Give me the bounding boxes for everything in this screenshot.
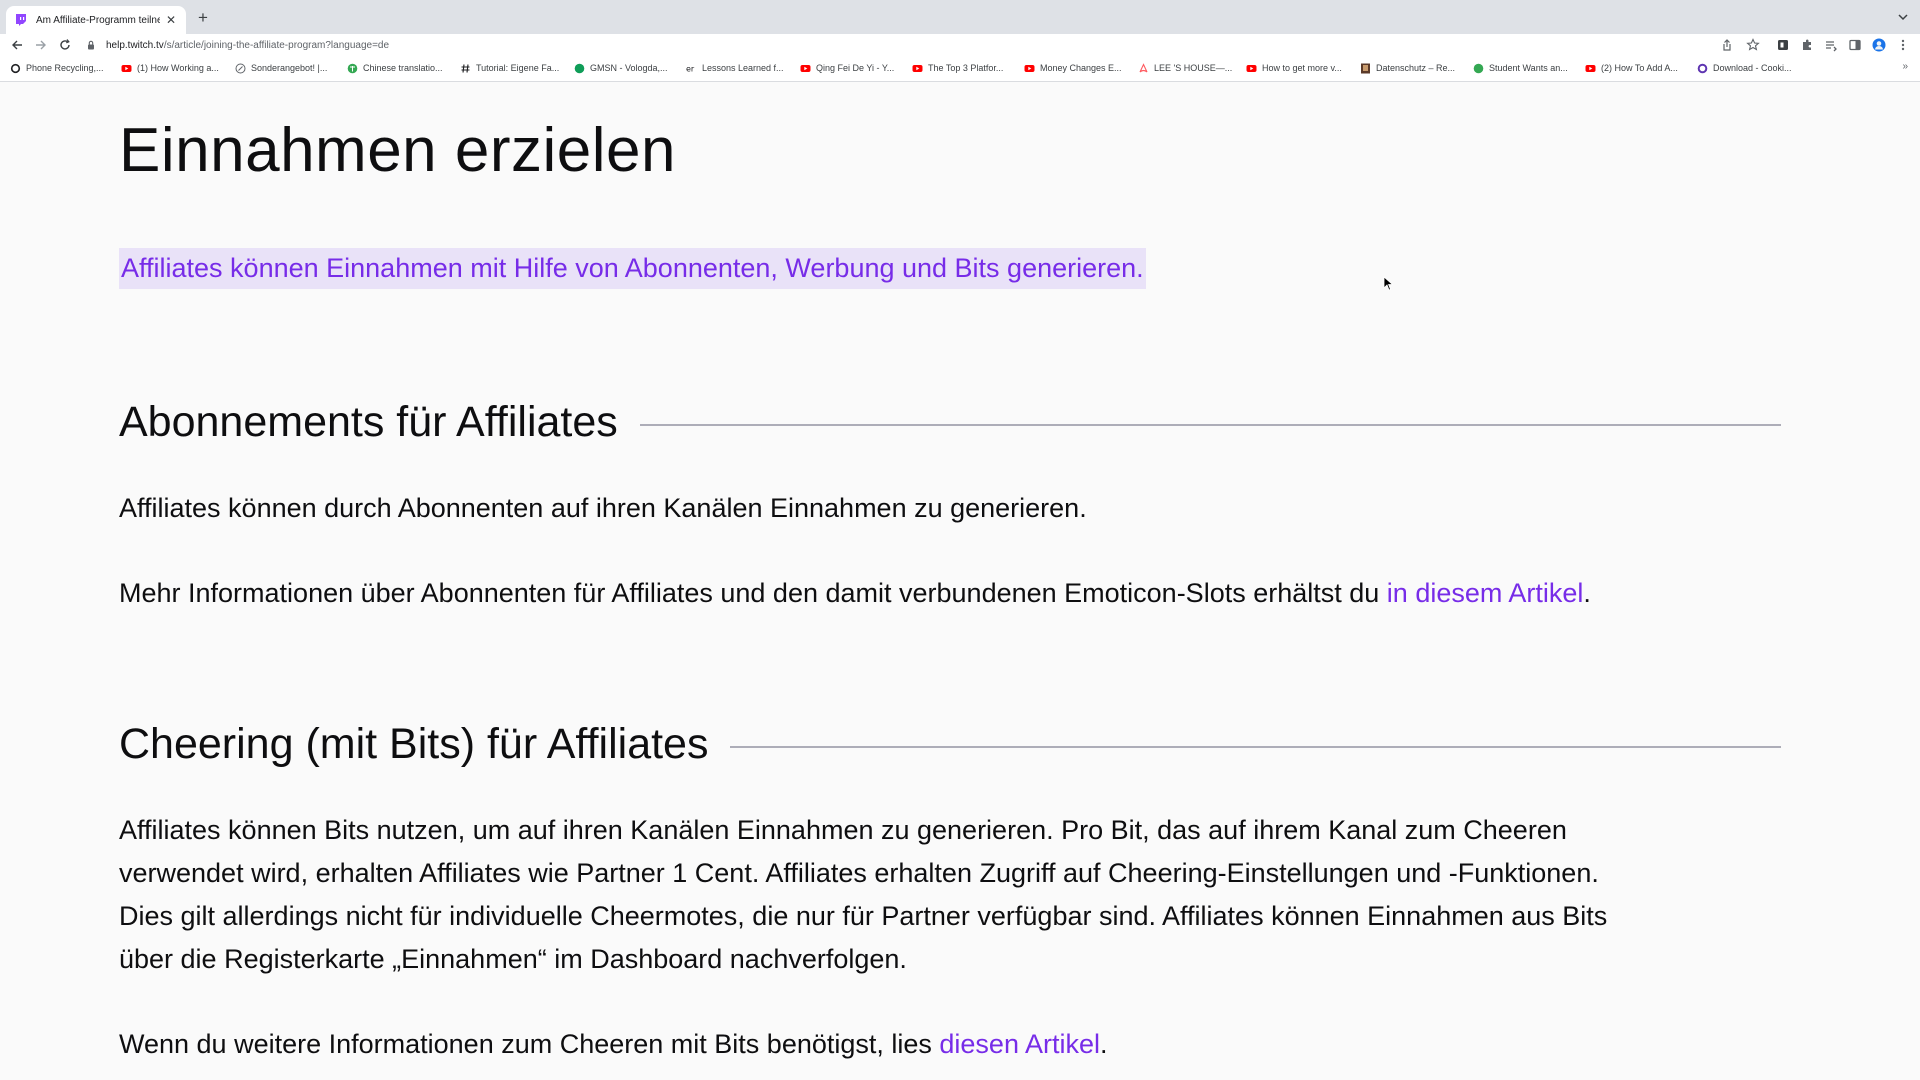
profile-avatar-icon[interactable] <box>1872 38 1886 52</box>
url-host: help.twitch.tv <box>106 39 164 51</box>
paragraph-line: Dies gilt allerdings nicht für individue… <box>119 901 1608 931</box>
bookmark-label: Lessons Learned f... <box>702 63 784 73</box>
globe-icon <box>347 63 358 73</box>
youtube-icon <box>1024 64 1035 72</box>
bookmark-label: LEE 'S HOUSE—... <box>1154 63 1233 73</box>
image-icon <box>1361 63 1370 73</box>
article-link-subscriptions[interactable]: in diesem Artikel <box>1387 578 1584 608</box>
bookmark-label: Chinese translatio... <box>363 63 443 73</box>
paragraph-end: . <box>1100 1029 1108 1059</box>
cheering-paragraph: Affiliates können Bits nutzen, um auf ih… <box>119 809 1759 981</box>
youtube-icon <box>800 64 811 72</box>
airbnb-icon <box>1139 62 1148 72</box>
star-icon[interactable] <box>1746 38 1760 52</box>
section-heading-cheering: Cheering (mit Bits) für Affiliates <box>119 720 1781 769</box>
bookmark-item[interactable]: Tutorial: Eigene Fa... <box>460 61 559 75</box>
bookmark-item[interactable]: Chinese translatio... <box>347 61 443 75</box>
bookmark-label: Money Changes E... <box>1040 63 1122 73</box>
bookmark-item[interactable]: How to get more v... <box>1246 61 1342 75</box>
divider <box>639 423 1781 426</box>
bookmark-item[interactable]: er Lessons Learned f... <box>686 61 784 75</box>
hash-icon <box>461 63 470 73</box>
url-path: /s/article/joining-the-affiliate-program… <box>163 39 390 51</box>
twitch-icon <box>16 14 26 26</box>
youtube-icon <box>121 64 132 72</box>
divider <box>730 745 1781 748</box>
lock-icon[interactable] <box>86 40 96 50</box>
bookmark-label: Download - Cooki... <box>1713 63 1792 73</box>
bookmark-item[interactable]: The Top 3 Platfor... <box>912 61 1003 75</box>
circle-icon <box>574 63 585 73</box>
paragraph-end: . <box>1583 578 1591 608</box>
page-title: Einnahmen erzielen <box>119 116 677 185</box>
youtube-icon <box>1585 64 1596 72</box>
lead-paragraph-highlighted: Affiliates können Einnahmen mit Hilfe vo… <box>119 248 1146 289</box>
letters-icon: er <box>686 64 695 73</box>
svg-text:er: er <box>686 64 695 73</box>
section-title: Abonnements für Affiliates <box>119 398 618 446</box>
section-title: Cheering (mit Bits) für Affiliates <box>119 720 709 768</box>
address-bar[interactable]: help.twitch.tv/s/article/joining-the-aff… <box>86 37 1756 53</box>
bookmark-item[interactable]: Phone Recycling,... <box>10 61 104 75</box>
bookmark-label: How to get more v... <box>1262 63 1342 73</box>
bookmark-item[interactable]: Datenschutz – Re... <box>1360 61 1455 75</box>
cheering-info-paragraph: Wenn du weitere Informationen zum Cheere… <box>119 1023 1759 1066</box>
bookmark-item[interactable]: Student Wants an... <box>1473 61 1568 75</box>
bookmarks-overflow-button[interactable]: » <box>1902 61 1908 72</box>
extension-app-icon[interactable] <box>1776 38 1790 52</box>
back-arrow-icon[interactable] <box>10 38 24 52</box>
tag-icon <box>235 63 246 73</box>
bookmark-label: (1) How Working a... <box>137 63 219 73</box>
kebab-menu-icon[interactable] <box>1896 38 1910 52</box>
side-panel-icon[interactable] <box>1848 38 1862 52</box>
bookmark-item[interactable]: Sonderangebot! |... <box>235 61 327 75</box>
browser-toolbar: help.twitch.tv/s/article/joining-the-aff… <box>0 34 1920 56</box>
bookmark-label: The Top 3 Platfor... <box>928 63 1004 73</box>
bookmark-label: GMSN - Vologda,... <box>590 63 668 73</box>
bookmark-item[interactable]: (1) How Working a... <box>121 61 219 75</box>
browser-tab[interactable]: Am Affiliate-Programm teilneh ✕ <box>6 6 186 34</box>
paragraph-text: Mehr Informationen über Abonnenten für A… <box>119 578 1387 608</box>
forward-arrow-icon[interactable] <box>34 38 48 52</box>
article-page: Einnahmen erzielen Affiliates können Ein… <box>0 83 1920 1080</box>
paragraph-text: Wenn du weitere Informationen zum Cheere… <box>119 1029 940 1059</box>
bookmark-label: (2) How To Add A... <box>1601 63 1678 73</box>
article-link-bits[interactable]: diesen Artikel <box>939 1029 1100 1059</box>
bookmark-label: Student Wants an... <box>1489 63 1568 73</box>
tab-bar: Am Affiliate-Programm teilneh ✕ + <box>0 0 1920 34</box>
youtube-icon <box>1246 64 1257 72</box>
close-tab-icon[interactable]: ✕ <box>164 13 178 27</box>
bookmark-label: Datenschutz – Re... <box>1376 63 1456 73</box>
bookmark-label: Phone Recycling,... <box>26 63 104 73</box>
bookmark-label: Sonderangebot! |... <box>251 63 328 73</box>
bookmark-item[interactable]: LEE 'S HOUSE—... <box>1138 61 1232 75</box>
section-heading-subscriptions: Abonnements für Affiliates <box>119 398 1781 447</box>
reading-list-icon[interactable] <box>1824 38 1838 52</box>
new-tab-button[interactable]: + <box>194 9 212 27</box>
circle-icon <box>1473 63 1484 73</box>
bookmark-item[interactable]: GMSN - Vologda,... <box>574 61 668 75</box>
mouse-cursor-icon <box>1383 276 1393 291</box>
youtube-icon <box>912 64 923 72</box>
paragraph-line: über die Registerkarte „Einnahmen“ im Da… <box>119 944 907 974</box>
tab-title: Am Affiliate-Programm teilneh <box>36 14 160 26</box>
bookmark-label: Tutorial: Eigene Fa... <box>476 63 560 73</box>
reload-icon[interactable] <box>58 38 72 52</box>
bookmark-label: Qing Fei De Yi - Y... <box>816 63 895 73</box>
subscriptions-paragraph: Affiliates können durch Abonnenten auf i… <box>119 493 1087 523</box>
o-icon <box>10 63 21 73</box>
bookmark-item[interactable]: Qing Fei De Yi - Y... <box>800 61 894 75</box>
ring-icon <box>1697 63 1708 73</box>
paragraph-line: verwendet wird, erhalten Affiliates wie … <box>119 858 1599 888</box>
bookmark-item[interactable]: (2) How To Add A... <box>1585 61 1678 75</box>
share-icon[interactable] <box>1720 38 1734 52</box>
paragraph-line: Affiliates können Bits nutzen, um auf ih… <box>119 815 1567 845</box>
chevron-down-icon[interactable] <box>1896 10 1910 24</box>
bookmarks-bar: Phone Recycling,... (1) How Working a... S… <box>0 56 1920 82</box>
puzzle-icon[interactable] <box>1800 38 1814 52</box>
subscriptions-info-paragraph: Mehr Informationen über Abonnenten für A… <box>119 572 1759 615</box>
bookmark-item[interactable]: Download - Cooki... <box>1697 61 1792 75</box>
bookmark-item[interactable]: Money Changes E... <box>1024 61 1122 75</box>
